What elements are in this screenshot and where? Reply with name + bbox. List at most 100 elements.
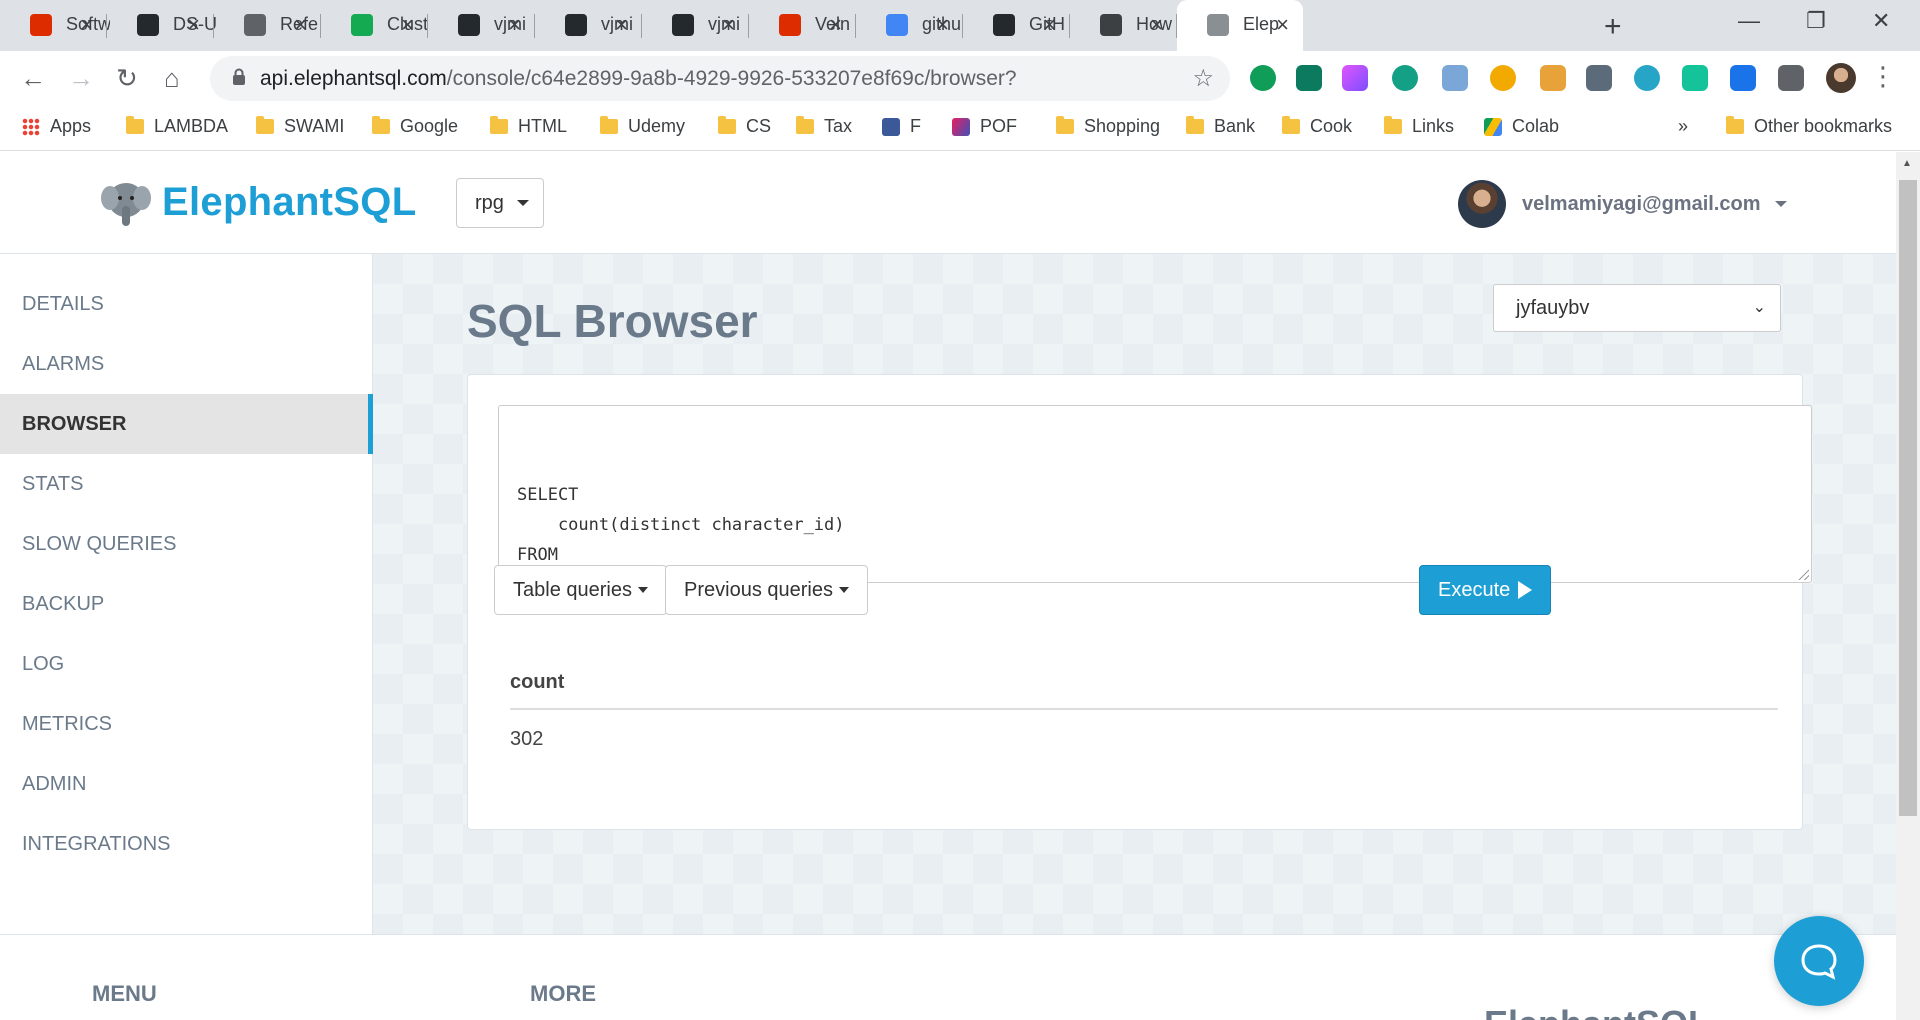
tab-5[interactable]: vjmi × (535, 0, 642, 51)
new-tab-button[interactable]: + (1604, 10, 1622, 44)
scrollbar-thumb[interactable] (1899, 180, 1917, 816)
forward-icon[interactable]: → (68, 63, 94, 94)
tab-11[interactable]: Elep × (1177, 0, 1303, 51)
extension-atom-icon[interactable] (1634, 65, 1660, 91)
bookmark-9[interactable]: POF (952, 116, 1017, 137)
bookmark-8[interactable]: F (882, 116, 921, 137)
bookmark-7[interactable]: Tax (796, 116, 852, 137)
bookmark-star-icon[interactable]: ☆ (1192, 64, 1214, 93)
site-logo[interactable]: ElephantSQL (100, 176, 416, 228)
extension-s-icon[interactable] (1296, 65, 1322, 91)
bookmark-10[interactable]: Shopping (1056, 116, 1160, 137)
address-bar[interactable]: api.elephantsql.com/console/c64e2899-9a8… (210, 56, 1230, 101)
close-tab-icon[interactable]: × (1150, 12, 1163, 38)
tab-1[interactable]: DS-U × (107, 0, 217, 51)
extensions-puzzle-icon[interactable] (1778, 65, 1804, 91)
bookmark-0[interactable]: Apps (22, 116, 91, 137)
bookmark-11[interactable]: Bank (1186, 116, 1255, 137)
extension-co-icon[interactable] (1490, 65, 1516, 91)
minimize-icon[interactable]: — (1738, 8, 1760, 34)
close-tab-icon[interactable]: × (1276, 12, 1289, 38)
bookmark-label: Apps (50, 116, 92, 136)
sidebar-item-log[interactable]: LOG (0, 634, 373, 694)
previous-queries-button[interactable]: Previous queries (665, 565, 868, 615)
tab-10[interactable]: How × (1070, 0, 1177, 51)
extension-flag-icon[interactable] (1730, 65, 1756, 91)
bookmark-6[interactable]: CS (718, 116, 771, 137)
close-tab-icon[interactable]: × (829, 12, 842, 38)
extension-eyedropper-icon[interactable] (1586, 65, 1612, 91)
browser-menu-icon[interactable]: ⋮ (1870, 61, 1896, 92)
back-icon[interactable]: ← (20, 63, 46, 94)
sidebar-item-slow-queries[interactable]: SLOW QUERIES (0, 514, 373, 574)
extension-pen-icon[interactable] (1342, 65, 1368, 91)
close-window-icon[interactable]: ✕ (1872, 8, 1890, 34)
tab-8[interactable]: githu × (856, 0, 963, 51)
tab-9[interactable]: GitH × (963, 0, 1070, 51)
sidebar-item-integrations[interactable]: INTEGRATIONS (0, 814, 373, 874)
close-tab-icon[interactable]: × (508, 12, 521, 38)
extension-grammarly-icon[interactable] (1682, 65, 1708, 91)
profile-avatar-icon[interactable] (1826, 63, 1856, 93)
extension-tool-icon[interactable] (1540, 65, 1566, 91)
close-tab-icon[interactable]: × (294, 12, 307, 38)
bookmark-12[interactable]: Cook (1282, 116, 1352, 137)
tab-2[interactable]: Refe × (214, 0, 321, 51)
extension-grammarly-go-icon[interactable] (1250, 65, 1276, 91)
tab-0[interactable]: Softw × (0, 0, 110, 51)
close-tab-icon[interactable]: × (722, 12, 735, 38)
tab-3[interactable]: Clust × (321, 0, 428, 51)
restore-icon[interactable]: ❐ (1806, 8, 1826, 34)
sidebar-item-alarms[interactable]: ALARMS (0, 334, 373, 394)
tab-7[interactable]: Veln × (749, 0, 856, 51)
resize-handle-icon[interactable] (1797, 568, 1809, 580)
bookmark-3[interactable]: Google (372, 116, 458, 137)
bookmark-13[interactable]: Links (1384, 116, 1454, 137)
sidebar-item-stats[interactable]: STATS (0, 454, 373, 514)
tab-6[interactable]: vjmi × (642, 0, 749, 51)
sidebar-item-backup[interactable]: BACKUP (0, 574, 373, 634)
bookmark-1[interactable]: LAMBDA (126, 116, 228, 137)
sidebar-item-browser[interactable]: BROWSER (0, 394, 373, 454)
sidebar-item-label: BROWSER (22, 412, 127, 435)
user-menu[interactable]: velmamiyagi@gmail.com (1458, 180, 1787, 228)
sidebar-item-metrics[interactable]: METRICS (0, 694, 373, 754)
pof-icon (952, 117, 970, 136)
bookmark-label: POF (980, 116, 1018, 136)
close-tab-icon[interactable]: × (187, 12, 200, 38)
extension-phone-icon[interactable] (1392, 65, 1418, 91)
scroll-up-icon[interactable]: ▲ (1902, 158, 1912, 169)
sidebar-item-details[interactable]: DETAILS (0, 274, 373, 334)
globe-icon (244, 14, 266, 36)
extension-mail-icon[interactable] (1442, 65, 1468, 91)
folder-icon (372, 116, 390, 134)
home-icon[interactable]: ⌂ (164, 63, 180, 94)
more-bookmarks-button[interactable]: » (1678, 116, 1688, 137)
chat-support-button[interactable] (1774, 916, 1864, 1006)
sql-editor[interactable]: SELECT count(distinct character_id) FROM … (498, 405, 1812, 595)
sidebar-item-admin[interactable]: ADMIN (0, 754, 373, 814)
sidebar-item-label: BACKUP (22, 592, 105, 615)
page-scrollbar[interactable]: ▲ (1896, 152, 1920, 1020)
lock-icon (233, 68, 245, 85)
reload-icon[interactable]: ↻ (116, 63, 138, 94)
folder-icon (1056, 116, 1074, 134)
close-tab-icon[interactable]: × (936, 12, 949, 38)
bookmark-4[interactable]: HTML (490, 116, 567, 137)
close-tab-icon[interactable]: × (80, 12, 93, 38)
bookmark-2[interactable]: SWAMI (256, 116, 344, 137)
user-select[interactable]: jyfauybv ⌄ (1493, 284, 1781, 332)
url-text: api.elephantsql.com/console/c64e2899-9a8… (260, 67, 1017, 90)
tab-4[interactable]: vjmi × (428, 0, 535, 51)
other-bookmarks-folder[interactable]: Other bookmarks (1726, 116, 1892, 137)
previous-queries-label: Previous queries (684, 578, 833, 601)
bookmarks-bar: Apps LAMBDA SWAMI Google HTML Udemy CS Tax F POF S… (0, 106, 1920, 151)
instance-select[interactable]: rpg (456, 178, 544, 228)
execute-button[interactable]: Execute (1419, 565, 1552, 615)
bookmark-14[interactable]: Colab (1484, 116, 1559, 137)
bookmark-5[interactable]: Udemy (600, 116, 685, 137)
close-tab-icon[interactable]: × (1043, 12, 1056, 38)
close-tab-icon[interactable]: × (615, 12, 628, 38)
table-queries-button[interactable]: Table queries (494, 565, 667, 615)
close-tab-icon[interactable]: × (401, 12, 414, 38)
